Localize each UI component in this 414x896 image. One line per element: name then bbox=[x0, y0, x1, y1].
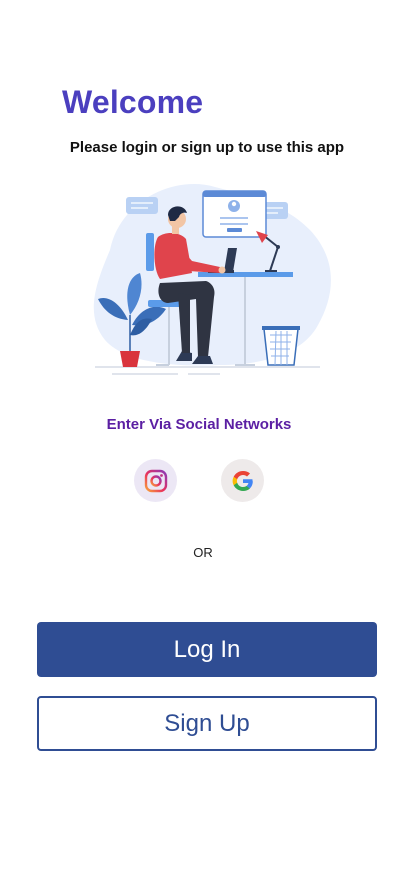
google-login-button[interactable] bbox=[221, 459, 264, 502]
person-at-desk-illustration bbox=[93, 184, 331, 375]
google-icon bbox=[232, 470, 253, 491]
or-separator: OR bbox=[193, 545, 213, 560]
instagram-login-button[interactable] bbox=[134, 459, 177, 502]
welcome-subtitle: Please login or sign up to use this app bbox=[69, 139, 345, 156]
signup-button[interactable]: Sign Up bbox=[37, 696, 377, 751]
instagram-icon bbox=[144, 469, 167, 492]
login-button[interactable]: Log In bbox=[37, 622, 377, 677]
welcome-title: Welcome bbox=[62, 84, 204, 120]
social-networks-title: Enter Via Social Networks bbox=[106, 416, 292, 433]
